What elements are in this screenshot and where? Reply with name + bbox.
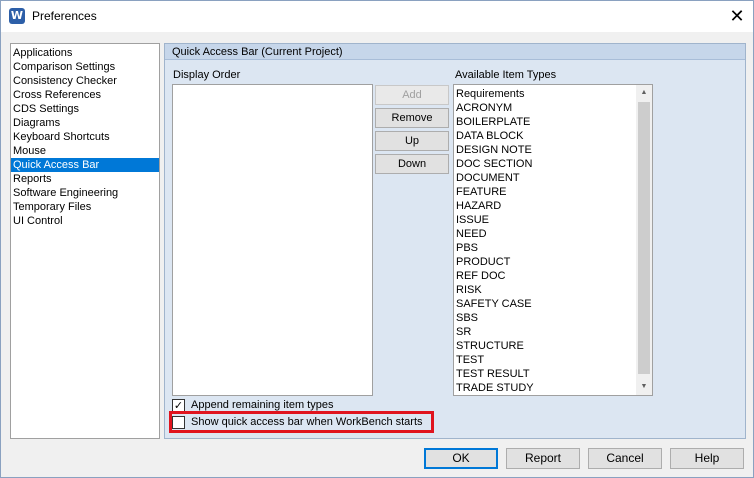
available-item-types-label: Available Item Types [455,69,557,81]
vertical-scrollbar[interactable]: ▲ ▼ [636,85,652,395]
category-item[interactable]: Comparison Settings [11,60,159,74]
window-title: Preferences [32,9,97,23]
up-button[interactable]: Up [375,131,449,151]
add-button[interactable]: Add [375,85,449,105]
available-item[interactable]: DOC SECTION [456,157,636,171]
category-item[interactable]: Cross References [11,88,159,102]
available-item[interactable]: NEED [456,227,636,241]
scroll-up-icon[interactable]: ▲ [636,85,652,101]
scroll-thumb[interactable] [638,102,650,374]
available-item[interactable]: TEST [456,353,636,367]
display-order-label: Display Order [173,69,241,81]
category-item[interactable]: Software Engineering [11,186,159,200]
available-item[interactable]: HAZARD [456,199,636,213]
display-order-list[interactable] [172,84,373,396]
category-item[interactable]: Applications [11,46,159,60]
available-item[interactable]: DATA BLOCK [456,129,636,143]
category-item[interactable]: Keyboard Shortcuts [11,130,159,144]
append-remaining-label: Append remaining item types [191,399,334,411]
available-item[interactable]: PBS [456,241,636,255]
category-item[interactable]: Mouse [11,144,159,158]
available-item[interactable]: REF DOC [456,269,636,283]
category-item[interactable]: Consistency Checker [11,74,159,88]
category-item[interactable]: UI Control [11,214,159,228]
available-item[interactable]: RISK [456,283,636,297]
available-item[interactable]: BOILERPLATE [456,115,636,129]
available-item[interactable]: TEST RESULT [456,367,636,381]
category-item[interactable]: Temporary Files [11,200,159,214]
category-list[interactable]: Applications Comparison Settings Consisten… [10,43,160,439]
available-item[interactable]: SAFETY CASE [456,297,636,311]
report-button[interactable]: Report [506,448,580,469]
help-button[interactable]: Help [670,448,744,469]
available-item[interactable]: SBS [456,311,636,325]
available-item[interactable]: DESIGN NOTE [456,143,636,157]
category-item[interactable]: Quick Access Bar [11,158,159,172]
available-item[interactable]: STRUCTURE [456,339,636,353]
title-bar: W Preferences ✕ [1,1,753,32]
remove-button[interactable]: Remove [375,108,449,128]
show-on-start-label: Show quick access bar when WorkBench sta… [191,416,423,428]
available-item[interactable]: TRADE STUDY [456,381,636,395]
show-on-start-row[interactable]: Show quick access bar when WorkBench sta… [172,415,432,431]
available-item[interactable]: FEATURE [456,185,636,199]
category-item[interactable]: Reports [11,172,159,186]
category-item[interactable]: Diagrams [11,116,159,130]
cancel-button[interactable]: Cancel [588,448,662,469]
down-button[interactable]: Down [375,154,449,174]
panel-header: Quick Access Bar (Current Project) [165,44,745,60]
show-on-start-checkbox[interactable] [172,416,185,429]
available-item[interactable]: Requirements [456,87,636,101]
available-item[interactable]: ACRONYM [456,101,636,115]
available-item[interactable]: ISSUE [456,213,636,227]
available-items-container: Requirements ACRONYM BOILERPLATE DATA BLOCK… [456,87,636,395]
scroll-down-icon[interactable]: ▼ [636,379,652,395]
ok-button[interactable]: OK [424,448,498,469]
category-item[interactable]: CDS Settings [11,102,159,116]
available-item-types-list[interactable]: Requirements ACRONYM BOILERPLATE DATA BLOCK… [453,84,653,396]
quick-access-panel: Quick Access Bar (Current Project) Displ… [164,43,746,439]
available-item[interactable]: DOCUMENT [456,171,636,185]
available-item[interactable]: SR [456,325,636,339]
close-icon[interactable]: ✕ [721,1,753,32]
workbench-app-icon: W [9,8,25,24]
available-item[interactable]: PRODUCT [456,255,636,269]
preferences-dialog: W Preferences ✕ Applications Comparison S… [0,0,754,478]
